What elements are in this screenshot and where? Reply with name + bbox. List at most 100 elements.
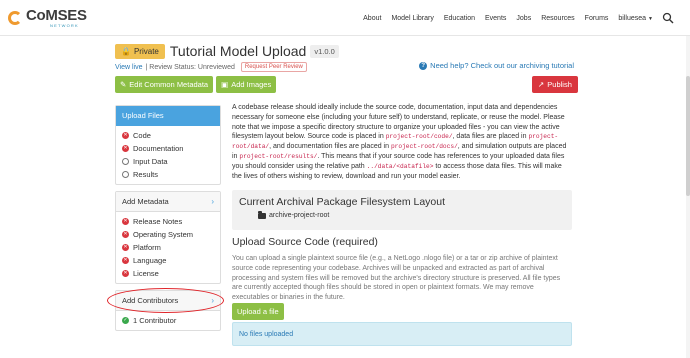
review-status: | Review Status: Unreviewed [145,63,235,71]
add-contributors-header[interactable]: Add Contributors › [116,291,220,311]
archive-layout-box: Current Archival Package Filesystem Layo… [232,190,572,230]
top-navbar: CoMSES NETWORK About Model Library Educa… [0,0,690,36]
folder-icon [258,210,266,219]
upload-files-header[interactable]: Upload Files [116,106,220,126]
sidebar-item-label: Platform [133,243,161,252]
add-metadata-header[interactable]: Add Metadata › [116,192,220,212]
sidebar-item-operating-system[interactable]: ✕ Operating System [122,228,214,241]
sidebar: Upload Files ✕ Code ✕ Documentation Input … [115,105,221,337]
upload-files-title: Upload Files [122,111,164,120]
add-metadata-title: Add Metadata [122,197,169,206]
scrollbar[interactable] [686,36,690,358]
share-icon: ↗ [538,80,545,89]
user-menu[interactable]: billuesea ▼ [613,15,658,22]
private-label: Private [133,46,159,56]
x-circle-icon: ✕ [122,257,129,264]
archive-root-label: archive-project-root [269,212,330,219]
x-circle-icon: ✕ [122,244,129,251]
sidebar-item-label: License [133,269,159,278]
nav-model-library[interactable]: Model Library [386,15,438,22]
sidebar-item-contributor-count[interactable]: ✓ 1 Contributor [122,314,214,327]
nav-about[interactable]: About [358,15,386,22]
sidebar-item-label: Code [133,131,151,140]
check-circle-icon: ✓ [122,317,129,324]
archive-title: Current Archival Package Filesystem Layo… [239,196,446,208]
upload-files-panel: Upload Files ✕ Code ✕ Documentation Input … [115,105,221,185]
x-circle-icon: ✕ [122,270,129,277]
logo-sub: NETWORK [50,23,79,28]
nav-education[interactable]: Education [439,15,480,22]
intro-text: , data files are placed in [452,133,529,141]
path-code: ../data/<datafile> [366,162,434,170]
nav-forums[interactable]: Forums [580,15,614,22]
sidebar-item-license[interactable]: ✕ License [122,267,214,280]
page-title: Tutorial Model Upload [169,43,307,59]
no-files-alert: No files uploaded [232,322,572,346]
help-link-text: Need help? Check out our archiving tutor… [430,61,574,70]
x-circle-icon: ✕ [122,231,129,238]
intro-paragraph: A codebase release should ideally includ… [232,103,572,181]
upload-section-title: Upload Source Code (required) [232,236,378,248]
version-badge: v1.0.0 [310,44,339,58]
publish-button[interactable]: ↗ Publish [532,76,578,93]
add-images-button[interactable]: ▣ Add Images [216,76,277,93]
view-live-link[interactable]: View live [115,64,143,71]
sidebar-item-language[interactable]: ✕ Language [122,254,214,267]
chevron-down-icon: ▼ [648,15,653,22]
add-metadata-panel: Add Metadata › ✕ Release Notes ✕ Operating… [115,191,221,284]
nav-jobs[interactable]: Jobs [511,15,536,22]
empty-circle-icon [122,158,129,165]
empty-circle-icon [122,171,129,178]
x-circle-icon: ✕ [122,218,129,225]
scrollbar-thumb[interactable] [686,76,690,196]
sidebar-item-label: 1 Contributor [133,316,177,325]
add-images-label: Add Images [231,80,272,89]
sidebar-item-label: Input Data [133,157,168,166]
comses-logo[interactable]: CoMSES NETWORK [8,5,87,31]
logo-name: CoMSES [26,7,87,24]
nav-resources[interactable]: Resources [536,15,579,22]
edit-metadata-button[interactable]: ✎ Edit Common Metadata [115,76,214,93]
question-icon: ? [419,61,428,70]
upload-file-button[interactable]: Upload a file [232,303,284,320]
intro-text: , and documentation files are placed in [269,143,391,151]
private-badge: 🔒 Private [115,43,165,59]
x-circle-icon: ✕ [122,145,129,152]
sidebar-item-input-data[interactable]: Input Data [122,155,214,168]
image-icon: ▣ [221,80,229,89]
pencil-icon: ✎ [120,80,127,89]
logo-mark-icon [8,9,24,27]
publish-label: Publish [547,80,572,89]
sidebar-item-code[interactable]: ✕ Code [122,129,214,142]
edit-metadata-label: Edit Common Metadata [129,80,209,89]
main-content: A codebase release should ideally includ… [232,103,572,181]
title-row: 🔒 Private Tutorial Model Upload v1.0.0 [115,42,339,60]
sidebar-item-documentation[interactable]: ✕ Documentation [122,142,214,155]
sidebar-item-label: Operating System [133,230,194,239]
nav-events[interactable]: Events [480,15,511,22]
archive-root-folder[interactable]: archive-project-root [258,210,330,219]
sidebar-item-results[interactable]: Results [122,168,214,181]
lock-icon: 🔒 [121,46,131,56]
path-code: project-root/results/ [239,152,318,160]
upload-description: You can upload a single plaintext source… [232,255,561,302]
request-peer-review-button[interactable]: Request Peer Review [240,62,307,72]
help-link[interactable]: ? Need help? Check out our archiving tut… [419,61,574,70]
sidebar-item-label: Results [133,170,159,179]
path-code: project-root/docs/ [390,143,458,151]
search-icon[interactable] [662,11,676,25]
sidebar-item-release-notes[interactable]: ✕ Release Notes [122,215,214,228]
chevron-right-icon: › [211,197,214,206]
path-code: project-root/code/ [385,133,453,141]
chevron-right-icon: › [211,296,214,305]
sidebar-item-platform[interactable]: ✕ Platform [122,241,214,254]
add-contributors-panel: Add Contributors › ✓ 1 Contributor [115,290,221,331]
sidebar-item-label: Release Notes [133,217,183,226]
action-buttons: ✎ Edit Common Metadata ▣ Add Images [115,76,277,93]
sidebar-item-label: Language [133,256,167,265]
x-circle-icon: ✕ [122,132,129,139]
main-nav: About Model Library Education Events Job… [358,0,676,36]
add-contributors-title: Add Contributors [122,296,179,305]
sidebar-item-label: Documentation [133,144,184,153]
status-row: View live | Review Status: Unreviewed Re… [115,62,307,72]
